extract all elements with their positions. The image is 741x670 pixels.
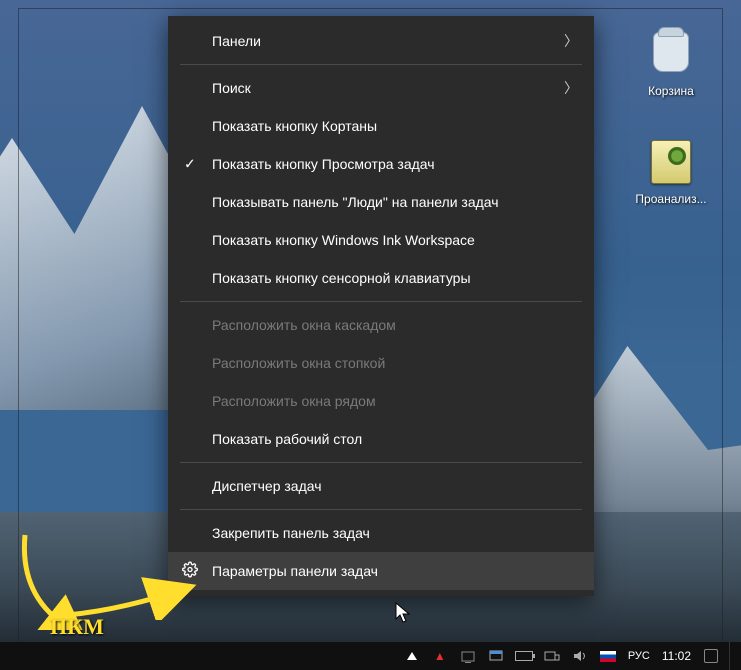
menu-item-panels[interactable]: Панели 〉 <box>168 22 594 60</box>
menu-label: Панели <box>212 33 261 49</box>
menu-item-taskbar-settings[interactable]: Параметры панели задач <box>168 552 594 590</box>
recycle-bin-icon <box>653 32 689 72</box>
menu-label: Показать кнопку Windows Ink Workspace <box>212 232 475 248</box>
menu-item-task-view-button[interactable]: ✓ Показать кнопку Просмотра задач <box>168 145 594 183</box>
chevron-right-icon: 〉 <box>564 78 578 98</box>
annotation-arrow <box>62 570 202 620</box>
menu-item-cortana-button[interactable]: Показать кнопку Кортаны <box>168 107 594 145</box>
tray-icon[interactable]: ▲ <box>430 646 450 666</box>
language-flag-icon[interactable] <box>598 646 618 666</box>
show-desktop-button[interactable] <box>729 642 735 670</box>
menu-label: Показать рабочий стол <box>212 431 362 447</box>
menu-label: Расположить окна каскадом <box>212 317 396 333</box>
menu-label: Показывать панель "Люди" на панели задач <box>212 194 499 210</box>
desktop-icon-app[interactable]: Проанализ... <box>629 138 713 206</box>
menu-item-side-by-side: Расположить окна рядом <box>168 382 594 420</box>
menu-separator <box>180 64 582 65</box>
action-center-icon[interactable] <box>701 646 721 666</box>
menu-item-stack-windows: Расположить окна стопкой <box>168 344 594 382</box>
menu-item-ink-workspace[interactable]: Показать кнопку Windows Ink Workspace <box>168 221 594 259</box>
network-icon[interactable] <box>542 646 562 666</box>
volume-icon[interactable] <box>570 646 590 666</box>
menu-item-cascade-windows: Расположить окна каскадом <box>168 306 594 344</box>
menu-label: Диспетчер задач <box>212 478 322 494</box>
tray-icon[interactable] <box>486 646 506 666</box>
menu-label: Закрепить панель задач <box>212 525 370 541</box>
taskbar[interactable]: ▲ РУС 11:02 <box>0 642 741 670</box>
menu-label: Расположить окна рядом <box>212 393 376 409</box>
menu-label: Параметры панели задач <box>212 563 378 579</box>
mouse-cursor-icon <box>395 602 413 626</box>
menu-label: Показать кнопку Кортаны <box>212 118 377 134</box>
menu-separator <box>180 301 582 302</box>
clock[interactable]: 11:02 <box>662 649 691 663</box>
desktop-icon-recycle-bin[interactable]: Корзина <box>629 28 713 98</box>
menu-label: Показать кнопку сенсорной клавиатуры <box>212 270 471 286</box>
menu-item-people-panel[interactable]: Показывать панель "Люди" на панели задач <box>168 183 594 221</box>
icon-label: Проанализ... <box>629 192 713 206</box>
menu-label: Показать кнопку Просмотра задач <box>212 156 435 172</box>
tray-overflow-icon[interactable] <box>402 646 422 666</box>
menu-label: Расположить окна стопкой <box>212 355 385 371</box>
chevron-right-icon: 〉 <box>564 31 578 51</box>
battery-icon[interactable] <box>514 646 534 666</box>
menu-item-touch-keyboard[interactable]: Показать кнопку сенсорной клавиатуры <box>168 259 594 297</box>
check-icon: ✓ <box>184 156 196 173</box>
menu-separator <box>180 462 582 463</box>
menu-item-search[interactable]: Поиск 〉 <box>168 69 594 107</box>
menu-label: Поиск <box>212 80 251 96</box>
notepad-app-icon <box>651 140 691 184</box>
language-indicator[interactable]: РУС <box>628 650 650 662</box>
menu-item-lock-taskbar[interactable]: Закрепить панель задач <box>168 514 594 552</box>
menu-item-task-manager[interactable]: Диспетчер задач <box>168 467 594 505</box>
taskbar-context-menu: Панели 〉 Поиск 〉 Показать кнопку Кортаны… <box>168 16 594 596</box>
menu-separator <box>180 509 582 510</box>
menu-item-show-desktop[interactable]: Показать рабочий стол <box>168 420 594 458</box>
annotation-label: ПКМ <box>50 614 104 640</box>
tray-icon[interactable] <box>458 646 478 666</box>
icon-label: Корзина <box>629 84 713 98</box>
